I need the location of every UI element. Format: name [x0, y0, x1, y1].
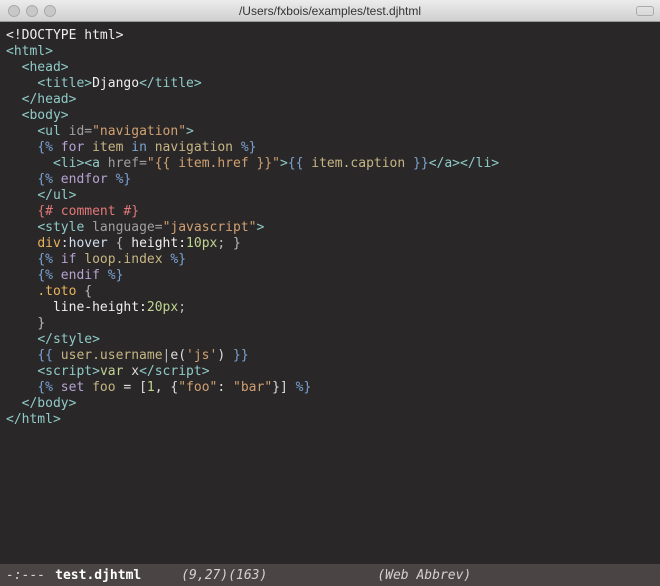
code-line: <title>Django</title>	[6, 76, 654, 92]
code-line: {% for item in navigation %}	[6, 140, 654, 156]
code-line: <head>	[6, 60, 654, 76]
code-line: <html>	[6, 44, 654, 60]
code-line: </head>	[6, 92, 654, 108]
modeline-filename: test.djhtml	[55, 568, 141, 583]
code-line: </ul>	[6, 188, 654, 204]
code-line: <style language="javascript">	[6, 220, 654, 236]
code-line: {% if loop.index %}	[6, 252, 654, 268]
window-titlebar: /Users/fxbois/examples/test.djhtml	[0, 0, 660, 22]
code-line: </html>	[6, 412, 654, 428]
code-line: {% endif %}	[6, 268, 654, 284]
code-line: line-height:20px;	[6, 300, 654, 316]
code-line: {% endfor %}	[6, 172, 654, 188]
emacs-modeline: -:--- test.djhtml (9,27)(163) (Web Abbre…	[0, 564, 660, 586]
code-line: {# comment #}	[6, 204, 654, 220]
code-line: div:hover { height:10px; }	[6, 236, 654, 252]
code-line: .toto {	[6, 284, 654, 300]
code-line: </body>	[6, 396, 654, 412]
modeline-mode: (Web Abbrev)	[377, 568, 471, 583]
code-line: <script>var x</script>	[6, 364, 654, 380]
window-title: /Users/fxbois/examples/test.djhtml	[0, 4, 660, 18]
code-line: </style>	[6, 332, 654, 348]
code-line: {% set foo = [1, {"foo": "bar"}] %}	[6, 380, 654, 396]
code-line: }	[6, 316, 654, 332]
code-line: {{ user.username|e('js') }}	[6, 348, 654, 364]
code-line: <ul id="navigation">	[6, 124, 654, 140]
fullscreen-icon[interactable]	[636, 6, 654, 16]
code-line: <body>	[6, 108, 654, 124]
modeline-status: -:---	[6, 568, 45, 583]
editor-area[interactable]: <!DOCTYPE html> <html> <head> <title>Dja…	[0, 22, 660, 564]
code-line: <li><a href="{{ item.href }}">{{ item.ca…	[6, 156, 654, 172]
modeline-position: (9,27)(163)	[181, 568, 267, 583]
code-line: <!DOCTYPE html>	[6, 28, 654, 44]
